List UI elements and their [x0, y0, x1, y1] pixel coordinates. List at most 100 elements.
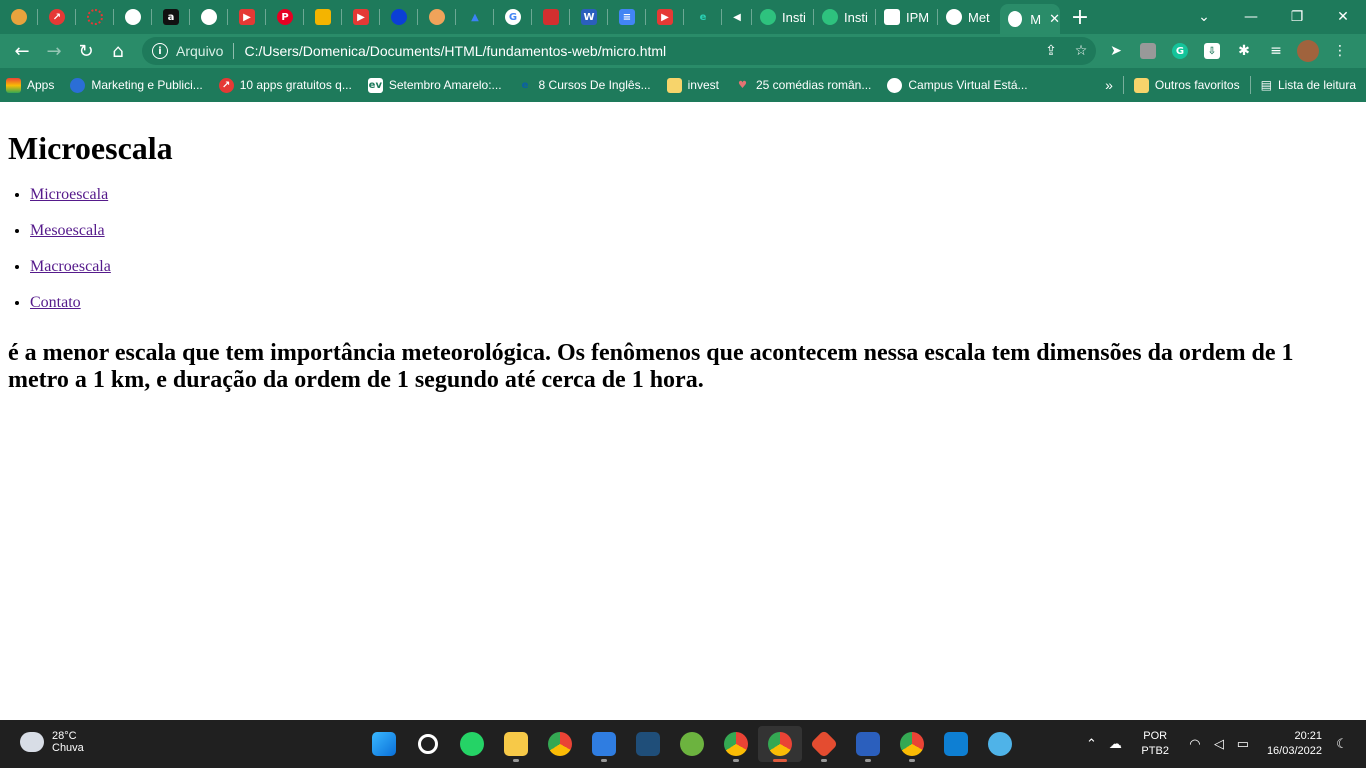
- tab[interactable]: [0, 0, 38, 34]
- page-title: Microescala: [8, 130, 173, 166]
- tab[interactable]: [76, 0, 114, 34]
- nav-link-contato[interactable]: Contato: [30, 294, 81, 311]
- wifi-icon[interactable]: ◠: [1183, 736, 1207, 752]
- tab[interactable]: [304, 0, 342, 34]
- volume-icon[interactable]: ◁: [1207, 736, 1231, 752]
- tab-search-button[interactable]: ⌄: [1184, 0, 1224, 34]
- tab[interactable]: ▶: [646, 0, 684, 34]
- tab[interactable]: e: [684, 0, 722, 34]
- taskbar-app[interactable]: [450, 726, 494, 762]
- url-text[interactable]: C:/Users/Domenica/Documents/HTML/fundame…: [244, 43, 1036, 59]
- globe-icon: [946, 9, 962, 25]
- nav-link-microescala[interactable]: Microescala: [30, 186, 108, 203]
- language-indicator[interactable]: POR PTB2: [1141, 729, 1169, 759]
- taskbar-app[interactable]: [494, 726, 538, 762]
- taskbar-app[interactable]: [714, 726, 758, 762]
- close-tab-icon[interactable]: ✕: [1049, 11, 1060, 27]
- bookmark-item[interactable]: ev Setembro Amarelo:...: [367, 77, 502, 93]
- nav-link-macroescala[interactable]: Macroescala: [30, 258, 111, 275]
- media-control-icon[interactable]: ≡: [1260, 35, 1292, 67]
- word-icon: [856, 732, 880, 756]
- tab[interactable]: Met: [938, 0, 1000, 34]
- e-icon: e: [699, 11, 707, 23]
- menu-icon[interactable]: ⋮: [1324, 35, 1356, 67]
- tab[interactable]: ↗: [38, 0, 76, 34]
- star-icon[interactable]: ☆: [1066, 43, 1096, 59]
- tab[interactable]: [380, 0, 418, 34]
- lang-line1: POR: [1143, 730, 1168, 742]
- clock[interactable]: 20:21 16/03/2022: [1267, 729, 1322, 759]
- tab[interactable]: ▶: [228, 0, 266, 34]
- tab[interactable]: P: [266, 0, 304, 34]
- reload-button[interactable]: ↻: [70, 35, 102, 67]
- cursor-extension-icon[interactable]: ➤: [1100, 35, 1132, 67]
- battery-icon[interactable]: ▭: [1231, 736, 1255, 752]
- other-favorites[interactable]: Outros favoritos: [1133, 77, 1240, 93]
- tab[interactable]: [114, 0, 152, 34]
- tab-active[interactable]: M ✕: [1000, 4, 1060, 34]
- close-button[interactable]: ✕: [1320, 0, 1366, 34]
- taskbar-app[interactable]: [582, 726, 626, 762]
- taskbar-app[interactable]: [626, 726, 670, 762]
- tab[interactable]: IPM: [876, 0, 938, 34]
- pdf-extension-icon[interactable]: [1132, 35, 1164, 67]
- tab[interactable]: Insti: [814, 0, 876, 34]
- taskbar-app[interactable]: [934, 726, 978, 762]
- tab[interactable]: ≡: [608, 0, 646, 34]
- tab[interactable]: a: [152, 0, 190, 34]
- bookmark-item[interactable]: ♥ 25 comédias român...: [735, 78, 871, 93]
- triangle-icon: ▲: [471, 11, 479, 23]
- rain-cloud-icon: [20, 732, 44, 752]
- info-icon[interactable]: i: [152, 43, 168, 59]
- share-icon[interactable]: ⇪: [1036, 43, 1066, 59]
- tab[interactable]: [418, 0, 456, 34]
- minimize-button[interactable]: —: [1228, 0, 1274, 34]
- bookmark-item[interactable]: e 8 Cursos De Inglês...: [518, 78, 651, 93]
- tab[interactable]: ▲: [456, 0, 494, 34]
- restore-button[interactable]: ❐: [1274, 0, 1320, 34]
- nav-list: Microescala Mesoescala Macroescala Conta…: [8, 186, 1358, 312]
- bookmark-item[interactable]: invest: [666, 77, 719, 93]
- tab[interactable]: [190, 0, 228, 34]
- back-button[interactable]: ←: [6, 35, 38, 67]
- start-button[interactable]: [362, 726, 406, 762]
- bookmark-item[interactable]: Campus Virtual Está...: [887, 77, 1028, 93]
- bookmarks-overflow-button[interactable]: »: [1105, 77, 1113, 93]
- nav-link-mesoescala[interactable]: Mesoescala: [30, 222, 105, 239]
- focus-moon-icon[interactable]: ☾: [1330, 736, 1354, 752]
- taskbar-app[interactable]: [670, 726, 714, 762]
- weather-widget[interactable]: 28°C Chuva: [20, 730, 84, 754]
- ev-icon: ev: [367, 77, 383, 93]
- cloud-error-icon[interactable]: ☁: [1103, 736, 1127, 752]
- circle-icon: [87, 9, 103, 25]
- tab[interactable]: W: [570, 0, 608, 34]
- chevron-up-icon[interactable]: ⌃: [1079, 736, 1103, 752]
- save-extension-icon[interactable]: ⇩: [1196, 35, 1228, 67]
- taskbar-app[interactable]: [978, 726, 1022, 762]
- bookmark-apps[interactable]: Apps: [6, 77, 54, 93]
- address-bar[interactable]: i Arquivo C:/Users/Domenica/Documents/HT…: [142, 37, 1096, 65]
- d-icon: [391, 9, 407, 25]
- grammarly-icon[interactable]: G: [1164, 35, 1196, 67]
- taskbar-app[interactable]: [802, 726, 846, 762]
- taskbar-app-active[interactable]: [758, 726, 802, 762]
- taskbar-app[interactable]: [846, 726, 890, 762]
- window-controls: ⌄ — ❐ ✕: [1184, 0, 1366, 34]
- tab[interactable]: ◀: [722, 0, 752, 34]
- tab[interactable]: [532, 0, 570, 34]
- avatar[interactable]: [1292, 35, 1324, 67]
- reading-list[interactable]: ▤ Lista de leitura: [1261, 78, 1356, 92]
- puzzle-icon[interactable]: ✱: [1228, 35, 1260, 67]
- clock-time: 20:21: [1294, 730, 1322, 742]
- home-button[interactable]: ⌂: [102, 35, 134, 67]
- tab[interactable]: G: [494, 0, 532, 34]
- new-tab-button[interactable]: +: [1060, 0, 1100, 34]
- bookmark-item[interactable]: ↗ 10 apps gratuitos q...: [218, 77, 352, 93]
- search-button[interactable]: [406, 726, 450, 762]
- taskbar-app[interactable]: [538, 726, 582, 762]
- tab[interactable]: ▶: [342, 0, 380, 34]
- bookmark-item[interactable]: Marketing e Publici...: [70, 77, 203, 93]
- tab[interactable]: Insti: [752, 0, 814, 34]
- taskbar-app[interactable]: [890, 726, 934, 762]
- forward-button[interactable]: →: [38, 35, 70, 67]
